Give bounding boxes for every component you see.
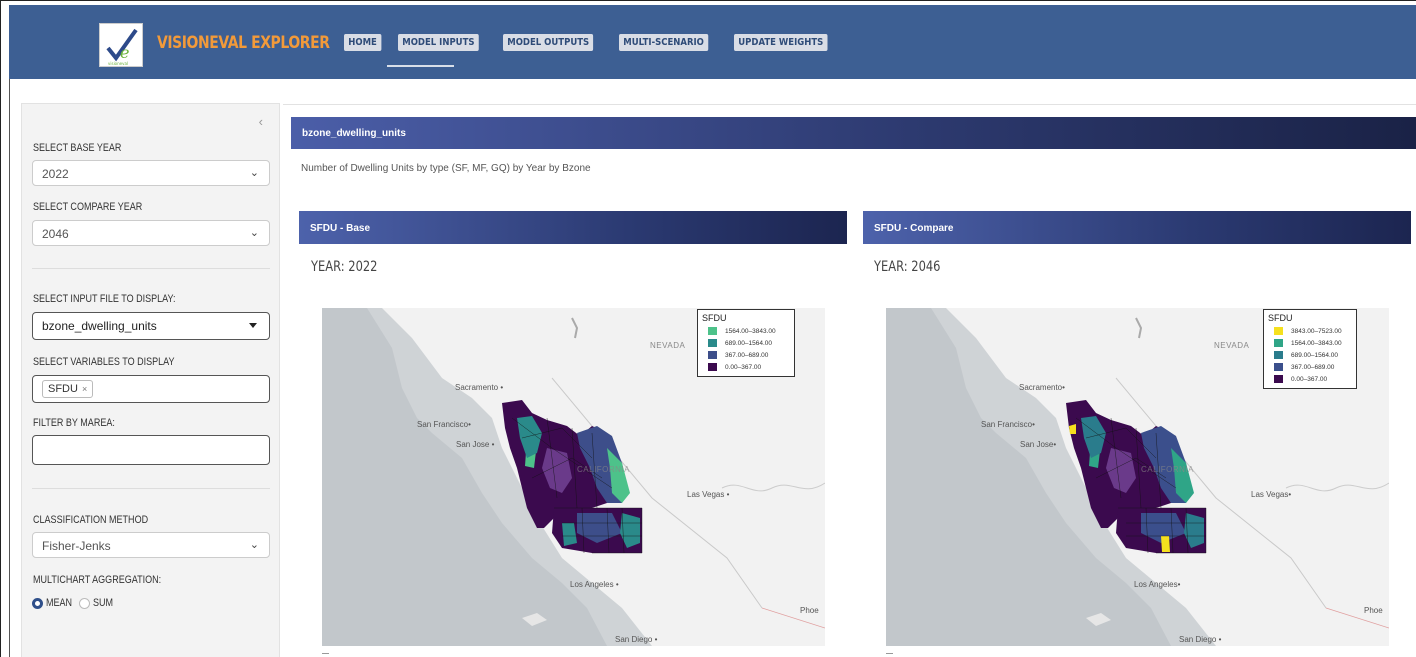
map-label-phoenix: Phoe	[800, 606, 819, 615]
base-year-value: 2022	[42, 167, 69, 181]
map-label-los-angeles: Los Angeles •	[570, 580, 619, 589]
map-label-san-francisco: San Francisco•	[981, 420, 1035, 429]
sidebar: ‹ SELECT BASE YEAR 2022 ⌄ SELECT COMPARE…	[21, 103, 280, 657]
legend-item: 367.00–689.00	[1268, 361, 1352, 373]
variable-tag-label: SFDU	[48, 383, 78, 395]
divider	[32, 488, 270, 489]
map-label-san-jose: San Jose•	[1020, 440, 1057, 449]
chevron-down-icon: ⌄	[249, 167, 259, 179]
variables-multiselect[interactable]: SFDU ×	[32, 375, 270, 403]
compare-year-select[interactable]: 2046 ⌄	[32, 220, 270, 246]
map-label-phoenix: Phoe	[1364, 606, 1383, 615]
active-tab-indicator	[387, 65, 454, 67]
caret-down-icon	[249, 323, 257, 328]
legend-title: SFDU	[702, 313, 727, 323]
input-file-select[interactable]: bzone_dwelling_units	[32, 312, 270, 340]
legend-swatch	[1274, 375, 1283, 383]
legend-swatch	[1274, 363, 1283, 371]
chevron-down-icon: ⌄	[249, 227, 259, 239]
nav-home[interactable]: HOME	[344, 34, 382, 51]
remove-tag-icon[interactable]: ×	[82, 384, 87, 394]
map-legend-base: SFDU 1564.00–3843.00 689.00–1564.00 367.…	[697, 309, 795, 377]
card-title-compare: SFDU - Compare	[863, 211, 1411, 244]
map-scale-mark	[886, 653, 893, 657]
variables-label: SELECT VARIABLES TO DISPLAY	[33, 356, 175, 368]
nav-model-inputs[interactable]: MODEL INPUTS	[397, 34, 479, 51]
map-label-san-francisco: San Francisco•	[417, 420, 471, 429]
marea-filter-input[interactable]	[32, 435, 270, 465]
compare-year-value: 2046	[42, 227, 69, 241]
map-label-san-diego: San Diego •	[615, 635, 658, 644]
legend-item: 0.00–367.00	[1268, 373, 1352, 385]
classification-value: Fisher-Jenks	[42, 539, 111, 553]
map-label-sacramento: Sacramento •	[455, 383, 504, 392]
input-file-value: bzone_dwelling_units	[42, 319, 157, 333]
radio-mean[interactable]	[32, 597, 43, 609]
map-label-las-vegas: Las Vegas •	[687, 490, 730, 499]
classification-label: CLASSIFICATION METHOD	[33, 514, 149, 526]
aggregation-label: MULTICHART AGGREGATION:	[33, 574, 162, 586]
divider	[283, 104, 1416, 105]
legend-item: 689.00–1564.00	[1268, 349, 1352, 361]
legend-swatch	[708, 363, 717, 371]
map-label-san-diego: San Diego •	[1179, 635, 1222, 644]
map-label-las-vegas: Las Vegas•	[1251, 490, 1292, 499]
panel-title: bzone_dwelling_units	[291, 117, 1416, 149]
map-compare[interactable]: NEVADA CALIFORNIA Sacramento• San Franci…	[886, 308, 1389, 646]
left-border	[9, 79, 10, 657]
legend-swatch	[1274, 327, 1283, 335]
map-label-sacramento: Sacramento•	[1019, 383, 1065, 392]
compare-year-label: SELECT COMPARE YEAR	[33, 201, 143, 213]
legend-swatch	[708, 327, 717, 335]
legend-item: 1564.00–3843.00	[702, 325, 790, 337]
panel-description: Number of Dwelling Units by type (SF, MF…	[301, 163, 591, 174]
visioneval-logo-icon[interactable]: e visioneval	[99, 23, 143, 67]
map-base[interactable]: NEVADA CALIFORNIA Sacramento • San Franc…	[322, 308, 825, 646]
legend-item: 3843.00–7523.00	[1268, 325, 1352, 337]
map-label-san-jose: San Jose •	[456, 440, 495, 449]
main-nav: HOME MODEL INPUTS MODEL OUTPUTS MULTI-SC…	[344, 34, 844, 51]
map-label-nevada: NEVADA	[1214, 341, 1250, 350]
svg-text:visioneval: visioneval	[108, 61, 128, 66]
legend-swatch	[708, 339, 717, 347]
top-navbar: e visioneval VISIONEVAL EXPLORER HOME MO…	[9, 5, 1416, 79]
radio-mean-label[interactable]: MEAN	[46, 597, 72, 609]
svg-text:e: e	[120, 43, 129, 62]
year-label-compare: YEAR: 2046	[874, 259, 941, 275]
legend-swatch	[1274, 351, 1283, 359]
radio-sum[interactable]	[78, 597, 90, 609]
legend-item: 0.00–367.00	[702, 361, 790, 373]
map-label-los-angeles: Los Angeles•	[1134, 580, 1181, 589]
nav-model-outputs[interactable]: MODEL OUTPUTS	[502, 34, 594, 51]
base-year-label: SELECT BASE YEAR	[33, 142, 122, 154]
app-title[interactable]: VISIONEVAL EXPLORER	[157, 33, 330, 53]
map-scale-mark	[322, 653, 329, 657]
chevron-down-icon: ⌄	[249, 539, 259, 551]
legend-swatch	[1274, 339, 1283, 347]
input-file-label: SELECT INPUT FILE TO DISPLAY:	[33, 293, 176, 305]
map-label-california: CALIFORNIA	[577, 465, 631, 474]
radio-sum-label[interactable]: SUM	[93, 597, 113, 609]
year-label-base: YEAR: 2022	[311, 259, 378, 275]
nav-update-weights[interactable]: UPDATE WEIGHTS	[733, 34, 828, 51]
variable-tag[interactable]: SFDU ×	[42, 380, 94, 398]
map-label-california: CALIFORNIA	[1141, 465, 1195, 474]
app-frame: e visioneval VISIONEVAL EXPLORER HOME MO…	[0, 0, 1416, 657]
legend-item: 1564.00–3843.00	[1268, 337, 1352, 349]
map-legend-compare: SFDU 3843.00–7523.00 1564.00–3843.00 689…	[1263, 309, 1357, 389]
map-label-nevada: NEVADA	[650, 341, 686, 350]
nav-multi-scenario[interactable]: MULTI-SCENARIO	[619, 34, 709, 51]
legend-swatch	[708, 351, 717, 359]
classification-select[interactable]: Fisher-Jenks ⌄	[32, 532, 270, 558]
aggregation-radio-group: MEAN SUM	[32, 597, 117, 609]
base-year-select[interactable]: 2022 ⌄	[32, 160, 270, 186]
chevron-left-icon[interactable]: ‹	[259, 114, 263, 129]
legend-item: 689.00–1564.00	[702, 337, 790, 349]
divider	[32, 268, 270, 269]
marea-label: FILTER BY MAREA:	[33, 417, 115, 429]
legend-item: 367.00–689.00	[702, 349, 790, 361]
card-title-base: SFDU - Base	[299, 211, 847, 244]
legend-title: SFDU	[1268, 313, 1293, 323]
